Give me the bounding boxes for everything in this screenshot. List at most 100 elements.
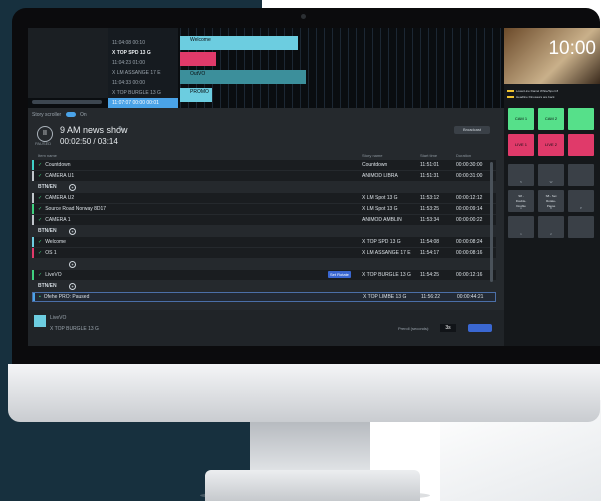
footer-bar: LiveVO X TOP BURGLE 13 G Preroll (second…: [28, 310, 504, 346]
item-name: ✓ LiveVO: [38, 270, 62, 280]
ticker-item[interactable]: Headline Dinosaurs are back: [504, 94, 600, 100]
add-icon[interactable]: +: [69, 228, 76, 235]
add-icon[interactable]: +: [69, 261, 76, 268]
row-color-bar: [32, 270, 34, 280]
timeline-row[interactable]: X LM ASSANGE 17 E: [108, 68, 178, 78]
story-name: X TOP BURGLE 13 G: [362, 272, 411, 278]
current-item-label: LiveVO: [50, 315, 67, 321]
macro-button[interactable]: S8 - Set Rotate- Pause B: [538, 190, 564, 212]
story-name: ANIMOD AMBLIN: [362, 217, 402, 223]
edit-icon[interactable]: ✎: [118, 125, 124, 133]
timeline-block[interactable]: OutVO: [180, 70, 306, 84]
story-scroller-state: On: [79, 112, 87, 118]
camera-button[interactable]: LIVE 1: [508, 134, 534, 156]
timeline-block[interactable]: PROMO: [180, 88, 212, 102]
header-start-time: Start time: [420, 153, 438, 158]
macro-button[interactable]: P: [568, 190, 594, 212]
timeline-block[interactable]: Welcome: [180, 36, 298, 50]
row-color-bar: [32, 237, 34, 247]
table-row[interactable]: ✓ Countdown Countdown 11:51:01 00:00:30:00: [32, 160, 496, 170]
start-time: 11:54:17: [420, 250, 440, 256]
start-time: 11:54:25: [420, 272, 440, 278]
macro-button[interactable]: 2: [538, 216, 564, 238]
break-row[interactable]: +: [32, 259, 496, 269]
macro-button[interactable]: 5: [508, 164, 534, 186]
table-row[interactable]: ✓ CAMERA U2 X LM Spot 13 G 11:53:12 00:00:12…: [32, 193, 496, 203]
webcam-dot: [301, 14, 306, 19]
timeline-block[interactable]: [180, 52, 216, 66]
app-screen: 11:04:08 00:10 X TOP SPD 13 G 11:04:23 0…: [28, 28, 600, 346]
macro-button[interactable]: 1: [508, 216, 534, 238]
macro-number: P: [579, 206, 582, 210]
camera-button[interactable]: [568, 134, 594, 156]
camera-button[interactable]: CAM 2: [538, 108, 564, 130]
timeline-grid: Welcome OutVO PROMO: [180, 28, 504, 108]
timeline-row[interactable]: 11:04:33 00:00: [108, 78, 178, 88]
story-scroller-toggle[interactable]: Story scroller On: [28, 110, 508, 120]
timeline-row[interactable]: X TOP SPD 13 G: [108, 48, 178, 58]
table-row[interactable]: ✓ CAMERA 1 ANIMOD AMBLIN 11:53:34 00:00:00:2…: [32, 215, 496, 225]
add-icon[interactable]: +: [69, 184, 76, 191]
stop-icon: ▪: [39, 294, 41, 300]
show-time: 00:02:50 / 03:14: [60, 137, 118, 146]
apply-button[interactable]: [468, 324, 492, 332]
toggle-switch[interactable]: [65, 112, 76, 118]
macro-number: 5: [520, 180, 522, 184]
table-header: Item name Story name Start time Duration: [32, 152, 496, 160]
table-scrollbar[interactable]: [490, 162, 493, 282]
break-row[interactable]: BTN/EN +: [32, 281, 496, 291]
row-color-bar: [32, 193, 34, 203]
start-time: 11:53:34: [420, 217, 440, 223]
story-name: X LM Spot 13 G: [362, 206, 398, 212]
check-icon: ✓: [38, 195, 43, 201]
current-story-label: X TOP BURGLE 13 G: [50, 326, 99, 332]
check-icon: ✓: [38, 173, 43, 179]
preview-clock: 10:00: [504, 28, 600, 84]
macro-button[interactable]: S8 - Double- Double A: [508, 190, 534, 212]
macro-button[interactable]: W: [538, 164, 564, 186]
item-name-text: Ofehe PRO: Paused: [43, 294, 90, 300]
start-time: 11:51:01: [420, 162, 440, 168]
timeline-panel: 11:04:08 00:10 X TOP SPD 13 G 11:04:23 0…: [28, 28, 504, 108]
table-row[interactable]: ✓ CAMERA U1 ANIMOD LIBRA 11:51:31 00:00:31:0…: [32, 171, 496, 181]
set-rotate-tag[interactable]: Set Rotate: [328, 271, 351, 278]
pause-icon: II: [43, 130, 47, 137]
duration: 00:00:44:21: [457, 294, 484, 300]
check-icon: ✓: [38, 239, 43, 245]
pause-button[interactable]: II: [37, 126, 53, 142]
timeline-row[interactable]: X TOP BURGLE 13 G: [108, 88, 178, 98]
timeline-row[interactable]: [108, 28, 178, 38]
table-row[interactable]: ✓ LiveVO Set Rotate X TOP BURGLE 13 G 11:54:…: [32, 270, 496, 280]
duration: 00:00:09:14: [456, 206, 483, 212]
current-item-swatch: [34, 315, 46, 327]
camera-button[interactable]: [568, 108, 594, 130]
duration: 00:00:31:00: [456, 173, 483, 179]
macro-button[interactable]: [568, 216, 594, 238]
header-item-name: Item name: [38, 153, 57, 158]
table-row[interactable]: ▪ Ofehe PRO: Paused X TOP LIMBE 13 G 11:56:…: [32, 292, 496, 302]
add-icon[interactable]: +: [69, 283, 76, 290]
table-row[interactable]: ✓ Source Road Norway 8D17 X LM Spot 13 G 11…: [32, 204, 496, 214]
preroll-input[interactable]: 3s: [440, 324, 456, 332]
timeline-scrollbar[interactable]: [32, 100, 102, 104]
table-row[interactable]: ✓ Welcome X TOP SPD 13 G 11:54:08 00:00:08:2…: [32, 237, 496, 247]
camera-button[interactable]: CAM 1: [508, 108, 534, 130]
start-time: 11:56:22: [421, 294, 441, 300]
item-name: ✓ CAMERA U1: [38, 171, 74, 181]
timeline-row[interactable]: 11:04:08 00:10: [108, 38, 178, 48]
timeline-row-selected[interactable]: 11:07:07 00:00 00:01: [108, 98, 178, 108]
rundown-table: Item name Story name Start time Duration…: [32, 152, 496, 303]
break-row[interactable]: BTN/EN +: [32, 226, 496, 236]
camera-button[interactable]: LIVE 2: [538, 134, 564, 156]
row-color-bar: [32, 160, 34, 170]
preroll-label: Preroll (seconds):: [398, 326, 430, 331]
duration: 00:00:08:24: [456, 239, 483, 245]
timeline-row[interactable]: 11:04:23 01:00: [108, 58, 178, 68]
table-row[interactable]: ✓ OS 1 X LM ASSANGE 17 E 11:54:17 00:00:08:1…: [32, 248, 496, 258]
broadcast-button[interactable]: Broadcast: [454, 126, 490, 134]
macro-button[interactable]: [568, 164, 594, 186]
break-row[interactable]: BTN/EN +: [32, 182, 496, 192]
item-name-text: Source Road Norway 8D17: [45, 206, 107, 212]
pause-label: PAUSED: [35, 141, 52, 146]
check-icon: ✓: [38, 206, 43, 212]
